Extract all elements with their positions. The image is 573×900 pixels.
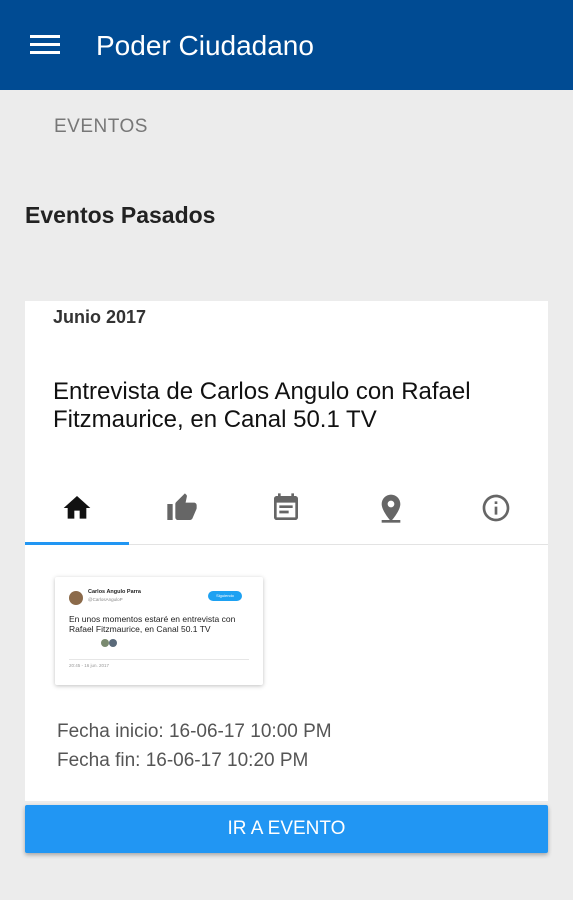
avatar <box>69 591 83 605</box>
event-month: Junio 2017 <box>53 307 147 327</box>
tab-info[interactable] <box>443 471 548 545</box>
tab-location[interactable] <box>339 471 444 545</box>
calendar-event-icon <box>274 493 299 520</box>
info-icon <box>482 494 510 522</box>
location-pin-icon <box>381 494 401 523</box>
tab-calendar[interactable] <box>234 471 339 545</box>
tab-like[interactable] <box>130 471 235 545</box>
divider <box>69 659 249 660</box>
page-heading: Eventos Pasados <box>25 202 216 228</box>
go-to-event-button[interactable]: IR A EVENTO <box>25 805 548 853</box>
tweet-preview-image[interactable]: Carlos Angulo Parra @CarlosAnguloP Sigui… <box>55 577 263 685</box>
event-start-date: Fecha inicio: 16-06-17 10:00 PM <box>57 721 332 742</box>
tweet-handle: @CarlosAnguloP <box>88 597 123 602</box>
thumb-up-icon <box>167 493 197 520</box>
tweet-text: En unos momentos estaré en entrevista co… <box>69 614 236 634</box>
event-tabs <box>25 471 548 545</box>
tab-home[interactable] <box>25 471 130 545</box>
avatar <box>101 639 109 647</box>
app-bar: Poder Ciudadano <box>0 0 573 90</box>
menu-icon[interactable] <box>30 33 60 57</box>
tweet-author: Carlos Angulo Parra <box>88 589 141 595</box>
event-end-date: Fecha fin: 16-06-17 10:20 PM <box>57 750 309 771</box>
home-icon <box>63 496 91 519</box>
app-title: Poder Ciudadano <box>96 30 314 61</box>
event-title: Entrevista de Carlos Angulo con Rafael F… <box>53 378 471 433</box>
selected-tab-indicator <box>25 542 129 545</box>
section-label: EVENTOS <box>54 116 148 137</box>
event-card: Junio 2017 Entrevista de Carlos Angulo c… <box>25 301 548 801</box>
follow-badge: Siguiendo <box>208 591 242 601</box>
tweet-meta: 20:45 - 16 jun. 2017 <box>69 663 110 668</box>
avatar <box>109 639 117 647</box>
